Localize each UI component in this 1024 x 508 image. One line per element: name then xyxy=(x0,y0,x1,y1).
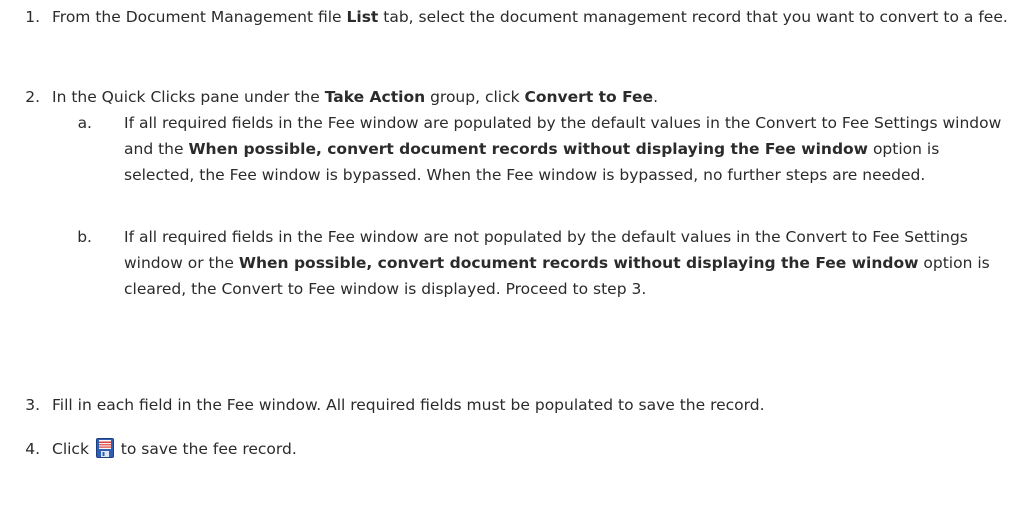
substep-text: If all required fields in the Fee window… xyxy=(124,228,990,298)
take-action-ref: Take Action xyxy=(324,88,426,106)
substep-letter: a. xyxy=(77,114,92,132)
step-text: In the Quick Clicks pane under the Take … xyxy=(52,88,659,106)
step-text: From the Document Management file List t… xyxy=(52,8,1008,26)
option-name-ref: When possible, convert document records … xyxy=(188,140,869,158)
substep-letter: b. xyxy=(77,228,92,246)
step-text: Fill in each field in the Fee window. Al… xyxy=(52,396,765,414)
option-name-ref: When possible, convert document records … xyxy=(238,254,919,272)
instructions-document: 1. From the Document Management file Lis… xyxy=(0,0,1024,508)
step-number: 3. xyxy=(25,396,40,414)
step-number: 1. xyxy=(25,8,40,26)
convert-to-fee-ref: Convert to Fee xyxy=(524,88,654,106)
step-number: 4. xyxy=(25,440,40,458)
save-icon xyxy=(95,438,114,458)
step-number: 2. xyxy=(25,88,40,106)
step-text: Click to save the fee record. xyxy=(52,438,297,458)
substep-text: If all required fields in the Fee window… xyxy=(124,114,1002,184)
list-tab-ref: List xyxy=(346,8,379,26)
